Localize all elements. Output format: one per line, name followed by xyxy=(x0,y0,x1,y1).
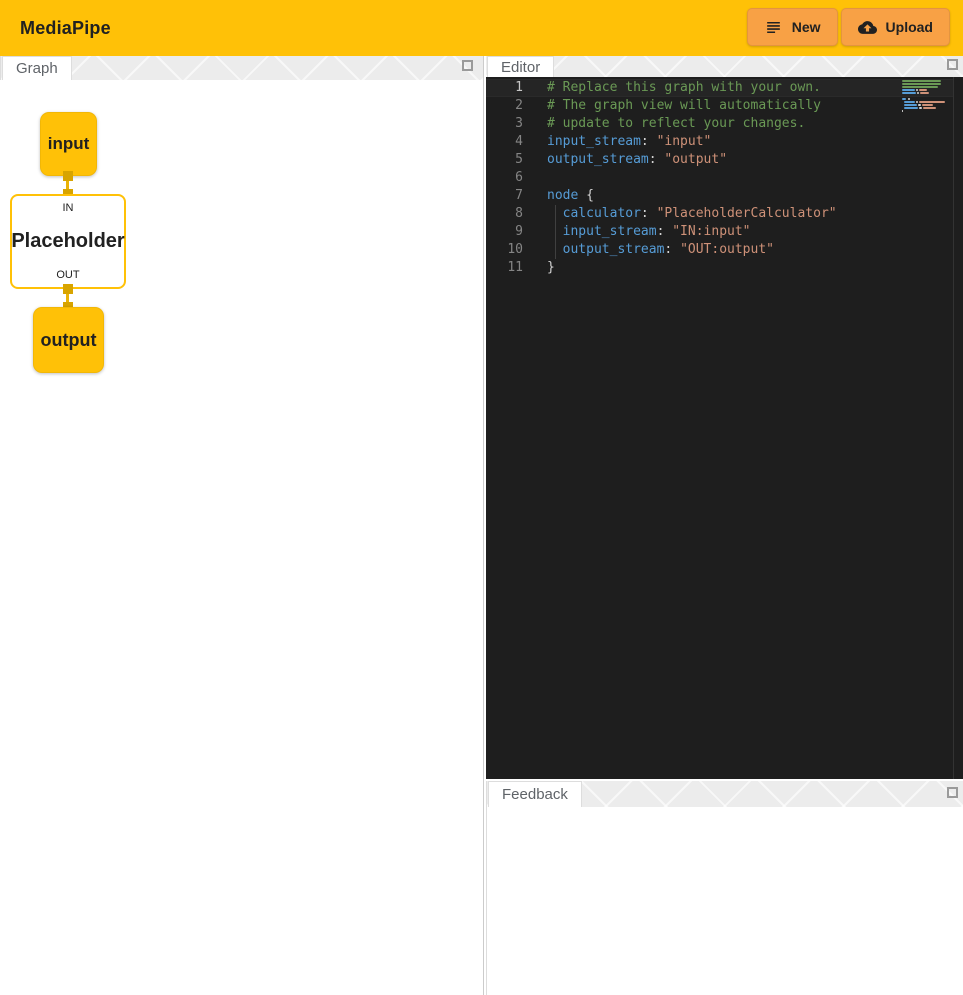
minimap-line xyxy=(901,89,947,91)
editor-panel: Editor 1# Replace this graph with your o… xyxy=(486,56,963,779)
tab-editor[interactable]: Editor xyxy=(487,56,554,77)
code-text: output_stream: "OUT:output" xyxy=(523,241,774,259)
line-number: 3 xyxy=(486,115,523,133)
code-line: 7node { xyxy=(486,187,963,205)
code-text xyxy=(523,169,547,187)
code-line: 5output_stream: "output" xyxy=(486,151,963,169)
graph-node-placeholder-label: Placeholder xyxy=(11,230,124,253)
minimap-line xyxy=(901,80,947,82)
feedback-body xyxy=(487,807,963,995)
new-button-label: New xyxy=(792,19,821,35)
code-text: input_stream: "IN:input" xyxy=(523,223,751,241)
feedback-panel: Feedback xyxy=(486,781,963,995)
minimap-line xyxy=(901,107,947,109)
code-line: 4input_stream: "input" xyxy=(486,133,963,151)
upload-button-label: Upload xyxy=(886,19,933,35)
code-text: node { xyxy=(523,187,594,205)
line-number: 8 xyxy=(486,205,523,223)
editor-tabstrip: Editor xyxy=(486,56,963,77)
graph-popout-button[interactable] xyxy=(462,60,473,71)
tab-editor-label: Editor xyxy=(501,59,540,76)
minimap-line xyxy=(901,98,947,100)
graph-panel: Graph input IN Placeholder OUT output xyxy=(0,56,484,995)
app-header: MediaPipe New Upload xyxy=(0,0,963,56)
line-number: 7 xyxy=(486,187,523,205)
graph-canvas[interactable]: input IN Placeholder OUT output xyxy=(0,80,483,995)
placeholder-out-port: OUT xyxy=(56,269,79,281)
upload-button[interactable]: Upload xyxy=(841,8,950,46)
minimap-line xyxy=(901,95,947,97)
tab-feedback-label: Feedback xyxy=(502,786,568,803)
code-line: 3# update to reflect your changes. xyxy=(486,115,963,133)
code-text: } xyxy=(523,259,555,277)
code-line: 6 xyxy=(486,169,963,187)
code-line: 10 output_stream: "OUT:output" xyxy=(486,241,963,259)
line-number: 4 xyxy=(486,133,523,151)
code-text: calculator: "PlaceholderCalculator" xyxy=(523,205,837,223)
app-title: MediaPipe xyxy=(20,18,111,39)
minimap-line xyxy=(901,101,947,103)
code-editor[interactable]: 1# Replace this graph with your own.2# T… xyxy=(486,77,963,779)
overview-ruler[interactable] xyxy=(953,77,963,779)
minimap-line xyxy=(901,92,947,94)
minimap-line xyxy=(901,86,947,88)
minimap-line xyxy=(901,83,947,85)
graph-node-placeholder[interactable]: IN Placeholder OUT xyxy=(10,194,126,289)
editor-popout-button[interactable] xyxy=(947,59,958,70)
code-line: 11} xyxy=(486,259,963,277)
code-lines: 1# Replace this graph with your own.2# T… xyxy=(486,77,963,277)
graph-node-input-label: input xyxy=(48,134,90,154)
tab-feedback[interactable]: Feedback xyxy=(488,781,582,807)
cloud-upload-icon xyxy=(858,18,877,37)
feedback-popout-button[interactable] xyxy=(947,787,958,798)
graph-node-input[interactable]: input xyxy=(40,112,97,176)
right-column: Editor 1# Replace this graph with your o… xyxy=(486,56,963,995)
code-line: 8 calculator: "PlaceholderCalculator" xyxy=(486,205,963,223)
subject-icon xyxy=(764,18,783,37)
line-number: 1 xyxy=(486,79,523,97)
code-line: 2# The graph view will automatically xyxy=(486,97,963,115)
minimap[interactable] xyxy=(901,80,947,113)
graph-node-output-label: output xyxy=(41,330,97,351)
tab-graph[interactable]: Graph xyxy=(2,56,72,80)
line-number: 5 xyxy=(486,151,523,169)
code-line: 1# Replace this graph with your own. xyxy=(486,79,963,97)
feedback-tabstrip: Feedback xyxy=(487,781,963,807)
code-text: # The graph view will automatically xyxy=(523,97,821,115)
tab-graph-label: Graph xyxy=(16,60,58,77)
minimap-line xyxy=(901,104,947,106)
code-line: 9 input_stream: "IN:input" xyxy=(486,223,963,241)
header-actions: New Upload xyxy=(747,8,950,46)
minimap-line xyxy=(901,110,947,112)
edge-endpoint xyxy=(63,171,73,181)
new-button[interactable]: New xyxy=(747,8,838,46)
line-number: 10 xyxy=(486,241,523,259)
code-text: output_stream: "output" xyxy=(523,151,727,169)
graph-tabstrip: Graph xyxy=(0,56,483,80)
line-number: 11 xyxy=(486,259,523,277)
code-text: # update to reflect your changes. xyxy=(523,115,805,133)
line-number: 9 xyxy=(486,223,523,241)
placeholder-in-port: IN xyxy=(63,202,74,214)
line-number: 6 xyxy=(486,169,523,187)
code-text: input_stream: "input" xyxy=(523,133,711,151)
line-number: 2 xyxy=(486,97,523,115)
edge-endpoint xyxy=(63,284,73,294)
graph-node-output[interactable]: output xyxy=(33,307,104,373)
code-text: # Replace this graph with your own. xyxy=(523,79,821,97)
